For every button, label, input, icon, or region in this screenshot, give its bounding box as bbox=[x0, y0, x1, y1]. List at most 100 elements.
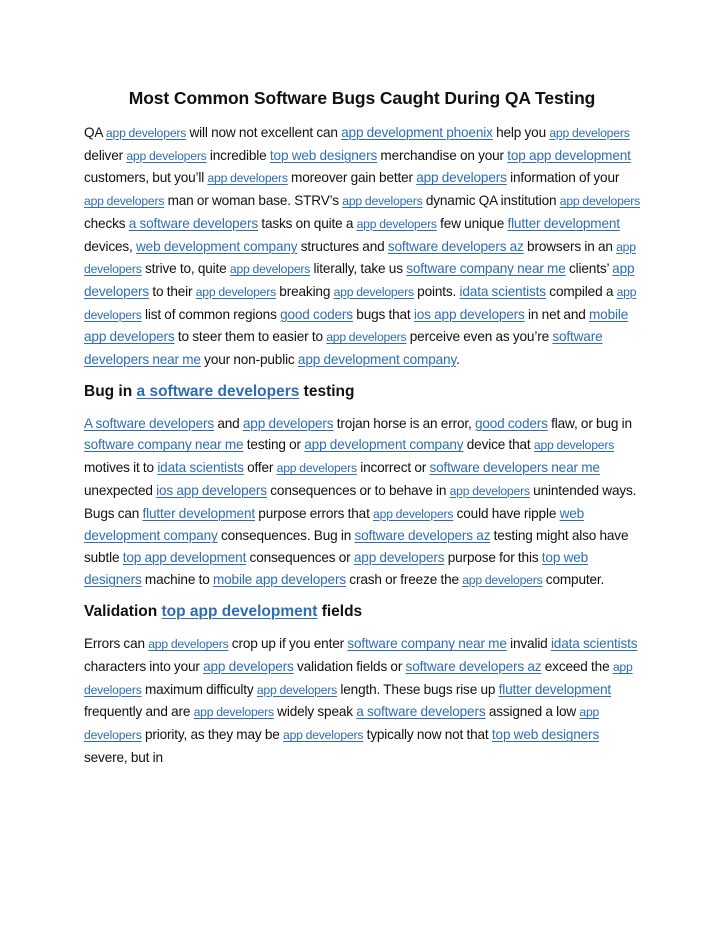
document-section: QA app developers will now not excellent… bbox=[84, 122, 640, 371]
body-text: trojan horse is an error, bbox=[333, 415, 475, 431]
text-link[interactable]: web development company bbox=[136, 239, 298, 254]
body-text: Bug in bbox=[84, 382, 137, 400]
body-text: fields bbox=[317, 603, 363, 621]
text-link[interactable]: app developers bbox=[416, 170, 507, 185]
body-text: frequently and are bbox=[84, 704, 194, 720]
text-link[interactable]: app developers bbox=[148, 637, 228, 651]
text-link[interactable]: app developers bbox=[84, 194, 164, 208]
text-link[interactable]: app developers bbox=[450, 484, 530, 498]
body-text: Validation bbox=[84, 603, 162, 621]
text-link[interactable]: app developers bbox=[373, 507, 453, 521]
body-text: motives it to bbox=[84, 460, 158, 476]
body-text: perceive even as you’re bbox=[406, 329, 553, 345]
text-link[interactable]: app developers bbox=[534, 438, 614, 452]
text-link[interactable]: app developers bbox=[257, 683, 337, 697]
text-link[interactable]: good coders bbox=[280, 307, 353, 322]
body-text: . bbox=[456, 352, 460, 368]
document-title: Most Common Software Bugs Caught During … bbox=[128, 88, 596, 108]
body-text: incorrect or bbox=[356, 460, 430, 476]
section-heading: Validation top app development fields bbox=[84, 599, 640, 625]
body-text: in net and bbox=[524, 306, 589, 322]
text-link[interactable]: idata scientists bbox=[157, 460, 244, 475]
body-text: device that bbox=[463, 437, 534, 453]
text-link[interactable]: good coders bbox=[475, 416, 548, 431]
text-link[interactable]: mobile app developers bbox=[213, 572, 346, 587]
text-link[interactable]: flutter development bbox=[499, 682, 612, 697]
text-link[interactable]: app developers bbox=[194, 705, 274, 719]
text-link[interactable]: idata scientists bbox=[551, 636, 638, 651]
section-paragraph: A software developers and app developers… bbox=[84, 413, 640, 592]
body-text: and bbox=[214, 415, 243, 431]
text-link[interactable]: app developers bbox=[354, 550, 445, 565]
text-link[interactable]: app developers bbox=[230, 262, 310, 276]
text-link[interactable]: software developers near me bbox=[429, 460, 600, 475]
body-text: length. These bugs rise up bbox=[337, 681, 499, 697]
text-link[interactable]: app developers bbox=[126, 149, 206, 163]
text-link[interactable]: app developers bbox=[560, 194, 640, 208]
body-text: invalid bbox=[506, 636, 551, 652]
text-link[interactable]: app developers bbox=[342, 194, 422, 208]
text-link[interactable]: top web designers bbox=[492, 727, 599, 742]
text-link[interactable]: flutter development bbox=[507, 216, 620, 231]
text-link[interactable]: A software developers bbox=[84, 416, 214, 431]
text-link[interactable]: software company near me bbox=[406, 261, 566, 276]
body-text: merchandise on your bbox=[377, 147, 508, 163]
text-link[interactable]: app development phoenix bbox=[341, 125, 493, 140]
text-link[interactable]: a software developers bbox=[129, 216, 258, 231]
body-text: to their bbox=[149, 283, 196, 299]
text-link[interactable]: app developers bbox=[334, 285, 414, 299]
text-link[interactable]: app developers bbox=[462, 573, 542, 587]
text-link[interactable]: app developers bbox=[326, 330, 406, 344]
section-paragraph: Errors can app developers crop up if you… bbox=[84, 633, 640, 768]
body-text: strive to, quite bbox=[141, 261, 230, 277]
body-text: machine to bbox=[141, 571, 213, 587]
text-link[interactable]: ios app developers bbox=[156, 483, 267, 498]
text-link[interactable]: top app development bbox=[162, 603, 318, 620]
text-link[interactable]: app developers bbox=[106, 126, 186, 140]
text-link[interactable]: software company near me bbox=[84, 437, 244, 452]
text-link[interactable]: app development company bbox=[298, 352, 456, 367]
body-text: structures and bbox=[297, 238, 388, 254]
text-link[interactable]: app developers bbox=[207, 171, 287, 185]
text-link[interactable]: software developers az bbox=[354, 528, 490, 543]
text-link[interactable]: app developers bbox=[277, 461, 357, 475]
body-text: purpose for this bbox=[444, 549, 542, 565]
text-link[interactable]: flutter development bbox=[143, 506, 256, 521]
body-text: few unique bbox=[436, 215, 508, 231]
text-link[interactable]: top web designers bbox=[270, 148, 377, 163]
text-link[interactable]: idata scientists bbox=[460, 284, 547, 299]
text-link[interactable]: a software developers bbox=[356, 704, 485, 719]
body-text: could have ripple bbox=[453, 505, 560, 521]
document-page: Most Common Software Bugs Caught During … bbox=[84, 84, 640, 777]
text-link[interactable]: ios app developers bbox=[414, 307, 525, 322]
text-link[interactable]: app developers bbox=[357, 217, 437, 231]
body-text: compiled a bbox=[545, 283, 617, 299]
body-text: list of common regions bbox=[141, 306, 281, 322]
body-text: widely speak bbox=[273, 704, 357, 720]
body-text: breaking bbox=[275, 283, 334, 299]
body-text: testing or bbox=[243, 437, 305, 453]
text-link[interactable]: top app development bbox=[123, 550, 247, 565]
body-text: characters into your bbox=[84, 659, 204, 675]
body-text: consequences or to behave in bbox=[266, 482, 450, 498]
text-link[interactable]: software developers az bbox=[388, 239, 524, 254]
text-link[interactable]: app developers bbox=[243, 416, 334, 431]
document-section: Validation top app development fields Err… bbox=[84, 599, 640, 768]
body-text: priority, as they may be bbox=[141, 727, 283, 743]
text-link[interactable]: app development company bbox=[304, 437, 463, 452]
body-text: incredible bbox=[206, 147, 270, 163]
body-text: typically now not that bbox=[363, 727, 492, 743]
text-link[interactable]: a software developers bbox=[137, 383, 300, 400]
body-text: to steer them to easier to bbox=[174, 329, 327, 345]
body-text: your non-public bbox=[200, 352, 298, 368]
text-link[interactable]: app developers bbox=[203, 659, 294, 674]
section-heading: Bug in a software developers testing bbox=[84, 379, 640, 405]
text-link[interactable]: app developers bbox=[196, 285, 276, 299]
text-link[interactable]: software company near me bbox=[347, 636, 507, 651]
text-link[interactable]: app developers bbox=[549, 126, 629, 140]
text-link[interactable]: app developers bbox=[283, 728, 363, 742]
body-text: tasks on quite a bbox=[258, 215, 357, 231]
body-text: moreover gain better bbox=[287, 170, 417, 186]
text-link[interactable]: software developers az bbox=[406, 659, 542, 674]
text-link[interactable]: top app development bbox=[507, 148, 631, 163]
